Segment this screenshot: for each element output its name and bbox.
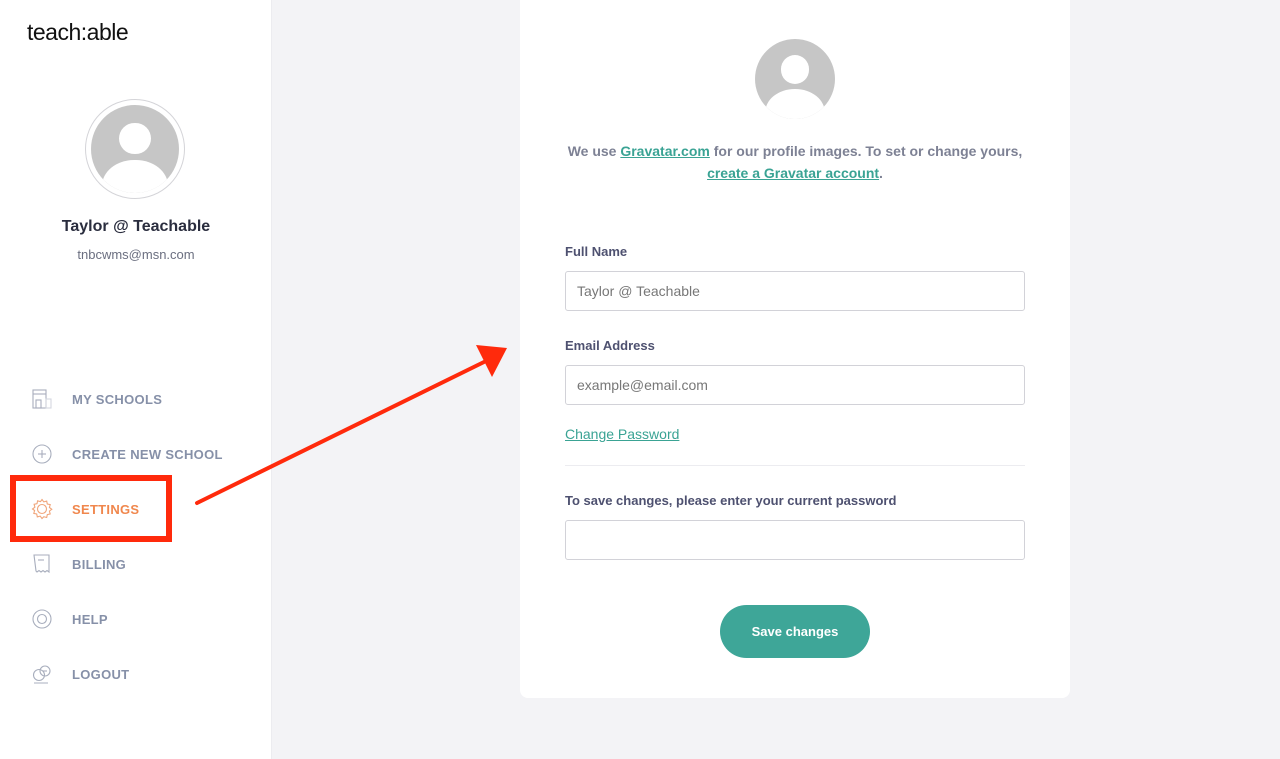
logout-icon bbox=[32, 665, 51, 684]
sidebar-user-email: tnbcwms@msn.com bbox=[77, 247, 195, 262]
sidebar-item-create-new-school[interactable]: CREATE NEW SCHOOL bbox=[30, 439, 223, 469]
change-password-link[interactable]: Change Password bbox=[565, 426, 679, 442]
default-user-avatar-icon bbox=[91, 105, 179, 193]
default-user-avatar-icon bbox=[780, 55, 810, 84]
sidebar-item-my-schools[interactable]: MY SCHOOLS bbox=[30, 384, 162, 414]
school-building-icon bbox=[32, 389, 52, 409]
create-gravatar-account-link[interactable]: create a Gravatar account bbox=[707, 165, 879, 181]
full-name-label: Full Name bbox=[565, 244, 628, 259]
full-name-input[interactable] bbox=[565, 271, 1025, 311]
teachable-logo[interactable]: teach:able bbox=[27, 19, 129, 46]
sidebar-item-label: CREATE NEW SCHOOL bbox=[72, 446, 223, 462]
divider bbox=[565, 465, 1025, 466]
current-password-label: To save changes, please enter your curre… bbox=[565, 493, 897, 508]
sidebar-item-label: MY SCHOOLS bbox=[72, 391, 163, 407]
sidebar-item-logout[interactable]: LOGOUT bbox=[30, 659, 129, 689]
save-changes-button[interactable]: Save changes bbox=[720, 605, 870, 658]
profile-settings-card: We use Gravatar.com for our profile imag… bbox=[520, 0, 1070, 698]
sidebar-item-label: BILLING bbox=[72, 556, 127, 572]
profile-avatar bbox=[755, 39, 835, 119]
sidebar-item-label: LOGOUT bbox=[72, 666, 130, 682]
settings-highlight-box bbox=[10, 475, 172, 542]
sidebar-user-name: Taylor @ Teachable bbox=[61, 218, 211, 235]
lifebuoy-icon bbox=[32, 609, 52, 629]
email-address-input[interactable] bbox=[565, 365, 1025, 405]
current-password-input[interactable] bbox=[565, 520, 1025, 560]
sidebar: teach:able Taylor @ Teachable tnbcwms@ms… bbox=[0, 0, 272, 759]
receipt-icon bbox=[33, 554, 50, 574]
sidebar-avatar bbox=[85, 99, 185, 199]
sidebar-item-help[interactable]: HELP bbox=[30, 604, 108, 634]
gravatar-info-text: We use Gravatar.com for our profile imag… bbox=[567, 143, 1023, 181]
sidebar-item-billing[interactable]: BILLING bbox=[30, 549, 126, 579]
plus-circle-icon bbox=[32, 444, 52, 464]
email-address-label: Email Address bbox=[565, 338, 655, 353]
gravatar-link[interactable]: Gravatar.com bbox=[620, 143, 710, 159]
sidebar-item-label: HELP bbox=[72, 611, 108, 627]
